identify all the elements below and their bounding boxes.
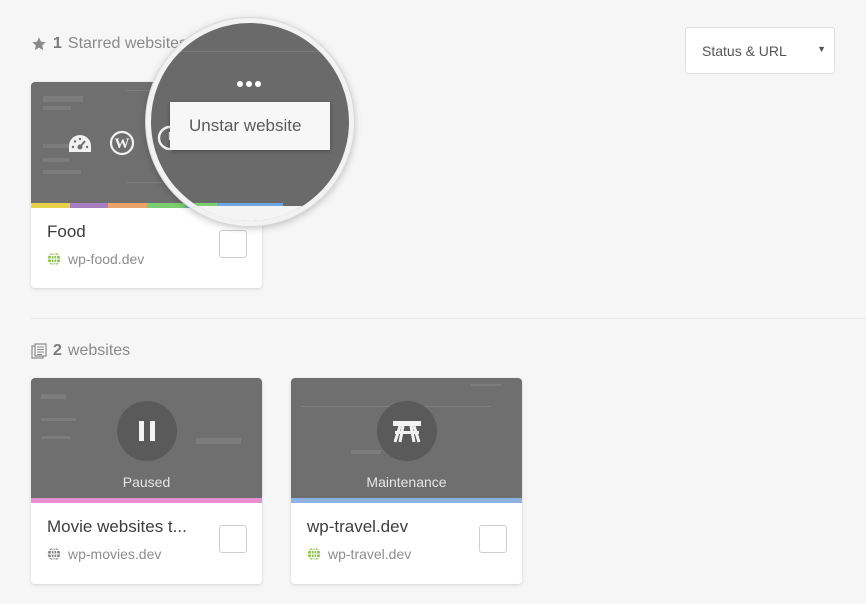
status-label: Paused (122, 474, 171, 490)
globe-icon (307, 547, 321, 561)
quick-actions: W (67, 130, 135, 156)
website-title[interactable]: Food (47, 222, 202, 242)
svg-text:W: W (115, 136, 130, 152)
select-checkbox[interactable] (479, 525, 507, 553)
websites-label: websites (67, 342, 131, 359)
caret-down-icon: ▼ (817, 44, 826, 54)
status-label: Maintenance (366, 474, 447, 490)
pause-icon[interactable] (116, 401, 177, 461)
unstar-website-label: Unstar website (189, 116, 302, 135)
website-thumbnail[interactable]: Maintenance (291, 378, 522, 498)
website-url[interactable]: wp-travel.dev (307, 546, 506, 562)
section-divider (31, 318, 866, 319)
website-card-movies[interactable]: Paused Movie websites t... wp-movies.dev (31, 378, 262, 584)
globe-icon (47, 252, 61, 266)
website-title[interactable]: wp-travel.dev (307, 517, 462, 537)
select-checkbox[interactable] (219, 525, 247, 553)
unstar-website-menu-item[interactable]: Unstar website (170, 102, 330, 150)
website-url-text: wp-movies.dev (68, 546, 162, 562)
website-url-text: wp-travel.dev (328, 546, 412, 562)
documents-icon (31, 343, 47, 359)
website-thumbnail[interactable]: Paused (31, 378, 262, 498)
website-title[interactable]: Movie websites t... (47, 517, 202, 537)
website-url-text: wp-food.dev (68, 251, 145, 267)
more-options-icon[interactable] (237, 81, 261, 87)
status-overlay: Paused (31, 378, 262, 498)
wordpress-icon[interactable]: W (109, 130, 135, 156)
star-icon (32, 37, 46, 51)
websites-count: 2 (53, 342, 62, 359)
sort-select[interactable]: Status & URL ▼ (685, 27, 835, 74)
select-checkbox[interactable] (219, 230, 247, 258)
website-url[interactable]: wp-movies.dev (47, 546, 246, 562)
dashboard-icon[interactable] (67, 130, 93, 156)
website-card-travel[interactable]: Maintenance wp-travel.dev wp-travel.dev (291, 378, 522, 584)
status-overlay: Maintenance (291, 378, 522, 498)
picnic-table-icon[interactable] (376, 401, 437, 461)
websites-section-header: 2 websites (31, 342, 130, 360)
website-url[interactable]: wp-food.dev (47, 251, 246, 267)
starred-count: 1 (53, 35, 62, 52)
globe-icon (47, 547, 61, 561)
sort-selected-value: Status & URL (702, 42, 787, 59)
